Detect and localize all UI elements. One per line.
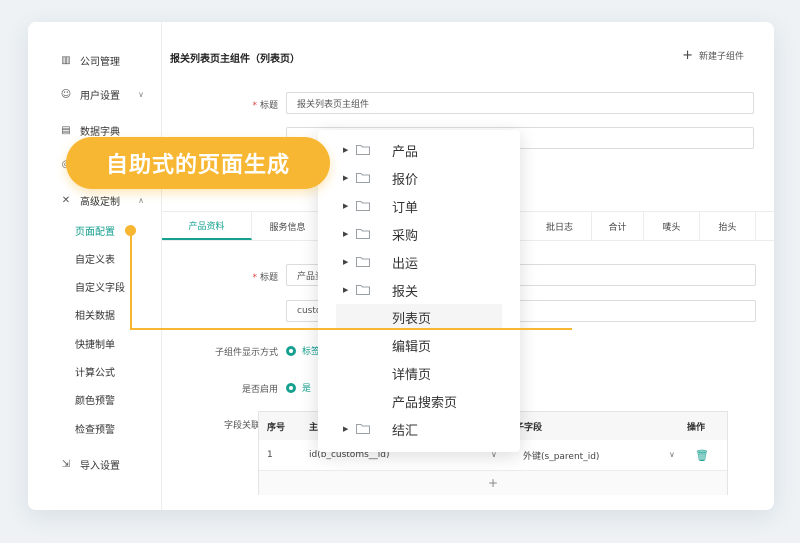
import-icon: ⇲ [61, 458, 71, 470]
new-child-button[interactable]: + 新建子组件 [682, 48, 744, 63]
tree-item-purchase[interactable]: ▶ 采购 [318, 221, 520, 247]
tree-item-quote[interactable]: ▶ 报价 [318, 165, 520, 191]
tree-item-detail-page[interactable]: 详情页 [318, 360, 520, 386]
tree-item-label: 报关 [392, 284, 419, 300]
sidebar-item-advanced[interactable]: ✕ 高级定制 ∧ [28, 188, 162, 212]
caret-right-icon: ▶ [343, 425, 349, 433]
tab-total[interactable]: 合计 [592, 212, 644, 240]
tab-product-info[interactable]: 产品资料 [162, 212, 252, 240]
plus-icon: + [682, 48, 693, 63]
subitem-custom-field[interactable]: 自定义字段 [75, 276, 125, 296]
subitem-check-alert[interactable]: 检查预警 [75, 418, 115, 438]
header-seq: 序号 [259, 412, 301, 440]
chevron-down-icon: ∨ [669, 450, 675, 459]
sidebar-item-import[interactable]: ⇲ 导入设置 [28, 452, 162, 476]
caret-right-icon: ▶ [343, 174, 349, 182]
display-mode-label: 子组件显示方式 [214, 348, 278, 358]
cell-child-select[interactable]: 外键(s_parent_id) [515, 440, 679, 470]
tree-item-list-page[interactable]: 列表页 [336, 304, 502, 330]
page-tree-dropdown: ▶ 产品 ▶ 报价 ▶ 订单 ▶ 采购 ▶ 出运 ▶ 报关 列表页 编辑页 详情… [318, 130, 520, 452]
enabled-label: 是否启用 [241, 385, 278, 395]
subitem-related-data[interactable]: 相关数据 [75, 304, 115, 324]
sidebar-item-label: 数据字典 [80, 126, 120, 138]
folder-icon [356, 173, 370, 183]
subitem-custom-table[interactable]: 自定义表 [75, 248, 115, 268]
subitem-page-config[interactable]: 页面配置 [75, 220, 115, 240]
sidebar-item-company[interactable]: ▥ 公司管理 [28, 48, 162, 72]
callout-connector-horizontal [130, 328, 572, 330]
tree-item-label: 出运 [392, 256, 419, 272]
sidebar-item-label: 用户设置 [80, 90, 120, 102]
radio-checked-icon [286, 345, 296, 356]
tree-item-label: 编辑页 [392, 339, 432, 355]
new-child-label: 新建子组件 [698, 52, 744, 62]
page-title: 报关列表页主组件（列表页） [170, 54, 300, 65]
callout-dot [125, 225, 136, 236]
caret-right-icon: ▶ [343, 258, 349, 266]
subitem-quick-order[interactable]: 快捷制单 [75, 333, 115, 353]
chevron-down-icon: ∨ [138, 89, 144, 99]
delete-icon[interactable]: 🗑 [687, 440, 727, 470]
tree-item-label: 产品 [392, 144, 419, 160]
caret-right-icon: ▶ [343, 230, 349, 238]
sidebar-item-user-settings[interactable]: ☺ 用户设置 ∨ [28, 82, 162, 106]
tab-service-info[interactable]: 服务信息 [252, 212, 324, 240]
building-icon: ▥ [61, 54, 71, 66]
tree-item-label: 详情页 [392, 367, 432, 383]
sidebar-item-label: 公司管理 [80, 56, 120, 68]
title-label: * 标题 [252, 101, 278, 111]
caret-right-icon: ▶ [343, 146, 349, 154]
tree-item-label: 报价 [392, 172, 419, 188]
tree-item-product-search-page[interactable]: 产品搜索页 [318, 388, 520, 414]
tab-header[interactable]: 抬头 [700, 212, 756, 240]
book-icon: ▤ [61, 124, 71, 136]
caret-down-icon: ▶ [343, 286, 349, 294]
tab-batch-log[interactable]: 批日志 [528, 212, 592, 240]
tree-item-product[interactable]: ▶ 产品 [318, 137, 520, 163]
tree-item-edit-page[interactable]: 编辑页 [318, 332, 520, 358]
tree-item-settlement[interactable]: ▶ 结汇 [318, 416, 520, 442]
cell-seq: 1 [267, 450, 273, 460]
header-child: 子字段 [507, 412, 679, 440]
feature-banner: 自助式的页面生成 [66, 137, 330, 189]
folder-icon [356, 201, 370, 211]
tree-item-shipping[interactable]: ▶ 出运 [318, 249, 520, 275]
tree-item-order[interactable]: ▶ 订单 [318, 193, 520, 219]
tree-item-label: 订单 [392, 200, 419, 216]
tree-item-label: 采购 [392, 228, 419, 244]
chevron-up-icon: ∧ [138, 195, 144, 205]
folder-open-icon [356, 285, 370, 295]
tools-icon: ✕ [61, 194, 71, 206]
enabled-yes-radio[interactable]: 是 [286, 381, 311, 394]
folder-icon [356, 257, 370, 267]
user-icon: ☺ [60, 88, 72, 100]
subitem-formula[interactable]: 计算公式 [75, 361, 115, 381]
caret-right-icon: ▶ [343, 202, 349, 210]
folder-icon [356, 145, 370, 155]
callout-connector-vertical [130, 230, 132, 329]
folder-icon [356, 229, 370, 239]
folder-icon [356, 424, 370, 434]
tab-mark[interactable]: 唛头 [644, 212, 700, 240]
tree-item-label: 列表页 [392, 311, 432, 327]
product-title-label: * 标题 [252, 273, 278, 283]
tree-item-label: 产品搜索页 [392, 395, 458, 411]
sidebar-item-label: 导入设置 [80, 460, 120, 472]
subitem-color-alert[interactable]: 颜色预警 [75, 389, 115, 409]
sidebar: ▥ 公司管理 ☺ 用户设置 ∨ ▤ 数据字典 ◎ ✕ 高级定制 ∧ 页面配置 自… [28, 22, 162, 510]
tree-item-customs[interactable]: ▶ 报关 [318, 277, 520, 303]
sidebar-item-label: 高级定制 [80, 196, 120, 208]
enabled-yes-label: 是 [302, 384, 312, 394]
radio-checked-icon [286, 382, 296, 393]
title-input[interactable]: 报关列表页主组件 [286, 92, 754, 114]
add-row-button[interactable]: + [259, 470, 727, 495]
header-ops: 操作 [679, 412, 727, 440]
tree-item-label: 结汇 [392, 423, 419, 439]
